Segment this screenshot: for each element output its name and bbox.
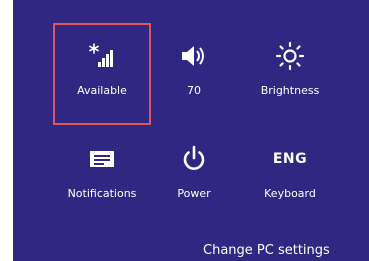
- volume-tile[interactable]: 70: [147, 25, 241, 123]
- keyboard-language-indicator: ENG: [243, 142, 337, 176]
- network-label: Available: [77, 84, 127, 97]
- keyboard-tile[interactable]: ENG Keyboard: [243, 128, 337, 226]
- brightness-label: Brightness: [260, 84, 320, 97]
- notifications-icon: [55, 142, 149, 176]
- power-tile[interactable]: Power: [147, 128, 241, 226]
- power-label: Power: [177, 187, 211, 200]
- volume-label: 70: [187, 84, 201, 97]
- network-available-icon: [55, 39, 149, 73]
- notifications-tile[interactable]: Notifications: [55, 128, 149, 226]
- speaker-icon: [147, 39, 241, 73]
- keyboard-language-text: ENG: [272, 151, 308, 167]
- notifications-label: Notifications: [67, 187, 137, 200]
- settings-pane: Available 70 Brightness Notifications Po…: [13, 0, 369, 261]
- change-pc-settings-link[interactable]: Change PC settings: [203, 243, 330, 258]
- brightness-sun-icon: [243, 39, 337, 73]
- power-icon: [147, 142, 241, 176]
- network-tile[interactable]: Available: [53, 23, 151, 125]
- brightness-tile[interactable]: Brightness: [243, 25, 337, 123]
- keyboard-label: Keyboard: [264, 187, 316, 200]
